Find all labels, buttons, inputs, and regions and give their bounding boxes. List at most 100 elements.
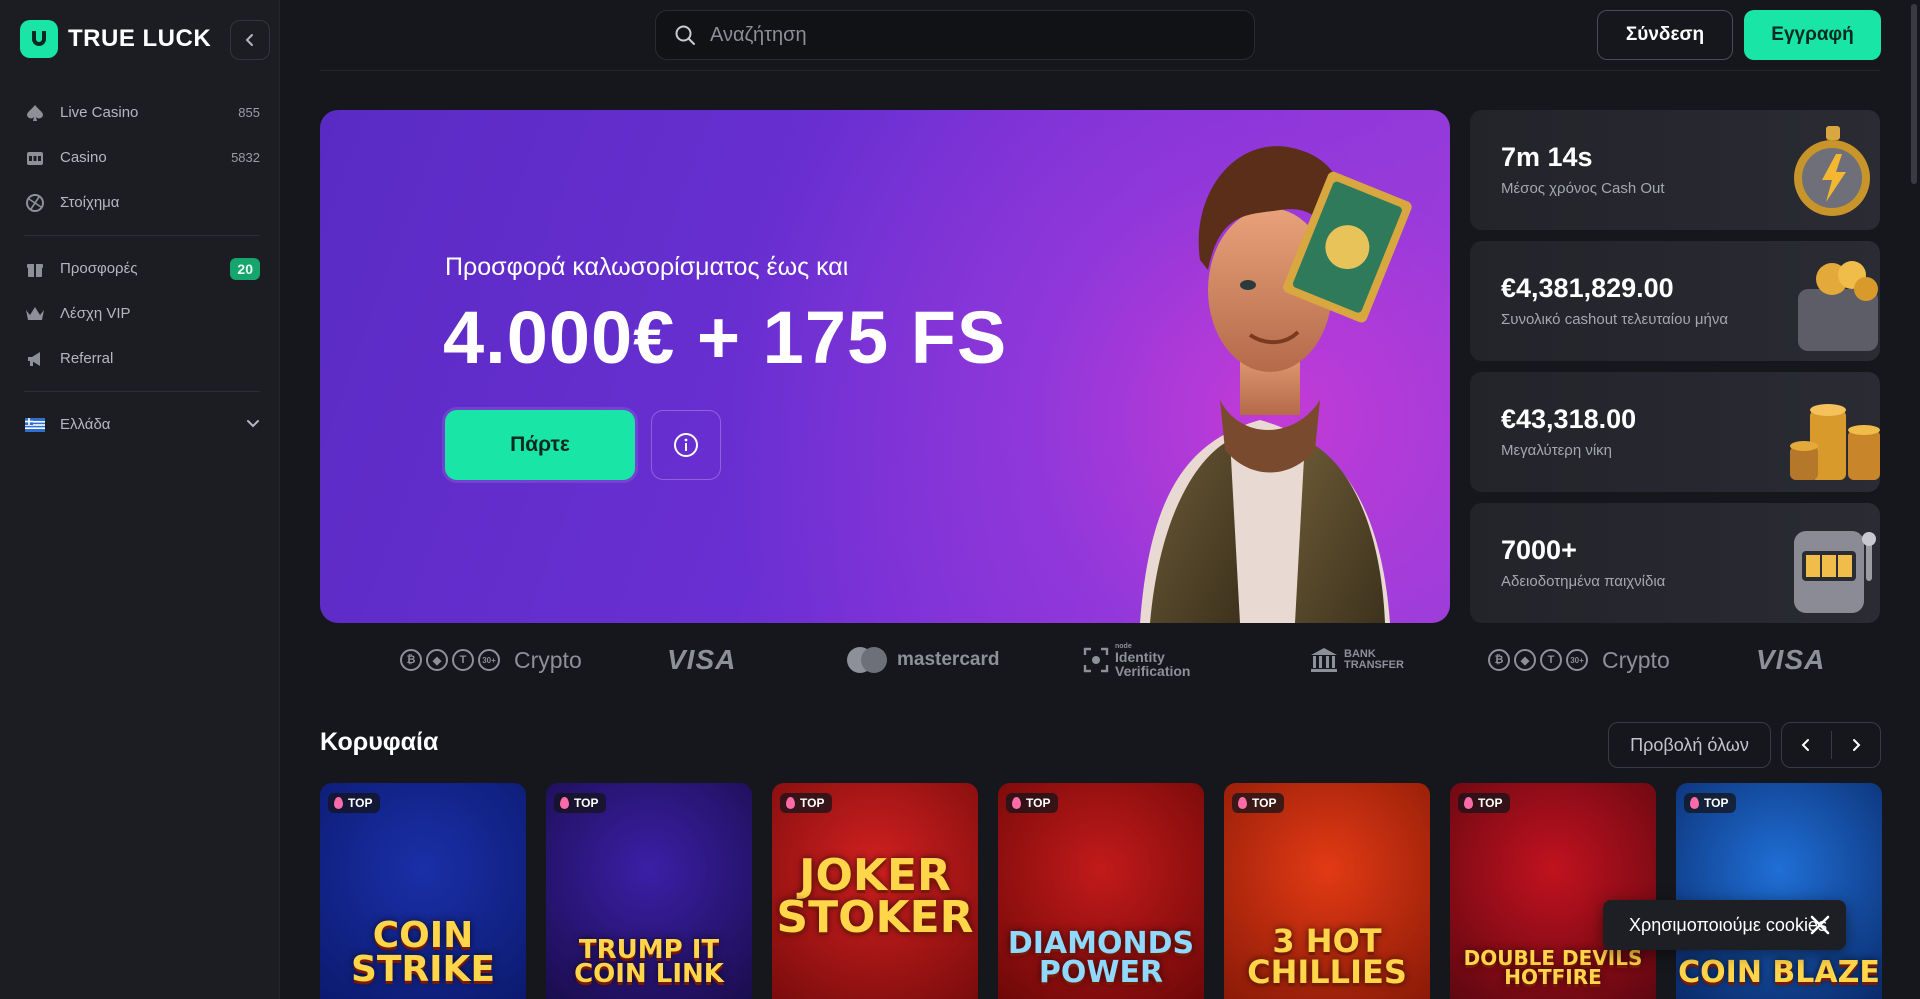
greek-flag-icon xyxy=(24,414,46,436)
identity-verification-logo: node Identity Verification xyxy=(1083,635,1190,685)
login-button[interactable]: Σύνδεση xyxy=(1597,10,1733,60)
divider xyxy=(24,391,260,392)
visa-logo: VISA xyxy=(1756,644,1826,675)
bitcoin-icon: ₿ xyxy=(1488,649,1510,671)
chevron-down-icon xyxy=(246,416,260,434)
gift-icon xyxy=(24,258,46,280)
games-carousel: TOP COIN STRIKE TOP TRUMP IT COIN LINK TOP… xyxy=(320,783,1920,999)
stat-card-licensed-games: 7000+ Αδειοδοτημένα παιχνίδια xyxy=(1470,503,1880,623)
slot-machine-icon xyxy=(24,147,46,169)
ethereum-icon: ◆ xyxy=(426,649,448,671)
game-tile[interactable]: TOP TRUMP IT COIN LINK xyxy=(546,783,752,999)
collapse-sidebar-button[interactable] xyxy=(230,20,270,60)
carousel-next-button[interactable] xyxy=(1832,723,1881,767)
search-input[interactable]: Αναζήτηση xyxy=(710,24,807,47)
stat-card-monthly-cashout: €4,381,829.00 Συνολικό cashout τελευταίο… xyxy=(1470,241,1880,361)
sidebar-item-label: Live Casino xyxy=(60,104,139,121)
spade-icon xyxy=(24,102,46,124)
search-bar[interactable]: Αναζήτηση xyxy=(655,10,1255,60)
game-count: 855 xyxy=(238,105,260,120)
sidebar-item-label: Προσφορές xyxy=(60,260,138,277)
bitcoin-icon: ₿ xyxy=(400,649,422,671)
top-badge: TOP xyxy=(780,793,833,813)
game-title: COIN STRIKE xyxy=(350,914,496,990)
game-title: DOUBLE DEVILS HOTFIRE xyxy=(1463,946,1643,989)
search-icon xyxy=(675,25,695,45)
chevron-left-icon xyxy=(1801,739,1810,751)
header-divider xyxy=(320,70,1880,71)
brand-name: TRUE LUCK xyxy=(68,25,212,52)
mastercard-label: mastercard xyxy=(897,649,1000,670)
more-coins-icon: 30+ xyxy=(1566,649,1588,671)
slot-machine-icon xyxy=(1794,531,1876,613)
horseshoe-icon xyxy=(20,20,58,58)
face-scan-icon xyxy=(1083,647,1109,673)
top-badge: TOP xyxy=(1684,793,1737,813)
stat-label: Συνολικό cashout τελευταίου μήνα xyxy=(1501,311,1728,328)
stat-value: €43,318.00 xyxy=(1501,404,1637,434)
info-icon xyxy=(674,433,698,457)
language-selector[interactable]: Ελλάδα xyxy=(0,402,280,447)
top-badge: TOP xyxy=(1006,793,1059,813)
carousel-controls xyxy=(1781,722,1881,768)
top-badge: TOP xyxy=(554,793,607,813)
game-tile[interactable]: TOP DIAMONDS POWER xyxy=(998,783,1204,999)
stat-label: Αδειοδοτημένα παιχνίδια xyxy=(1501,573,1666,590)
cookie-banner: Χρησιμοποιούμε cookies xyxy=(1603,900,1846,950)
flame-icon xyxy=(1012,797,1021,809)
game-tile[interactable]: TOP DOUBLE DEVILS HOTFIRE xyxy=(1450,783,1656,999)
sidebar-item-promotions[interactable]: Προσφορές 20 xyxy=(0,246,280,291)
carousel-prev-button[interactable] xyxy=(1782,723,1831,767)
top-badge: TOP xyxy=(328,793,381,813)
explorer-character-illustration xyxy=(1140,146,1412,623)
stat-value: 7000+ xyxy=(1501,535,1577,565)
hero-subtitle: Προσφορά καλωσορίσματος έως και xyxy=(445,253,849,281)
game-tile[interactable]: TOP 3 HOT CHILLIES xyxy=(1224,783,1430,999)
transfer-label: TRANSFER xyxy=(1344,659,1404,671)
hero-banner[interactable]: Προσφορά καλωσορίσματος έως και 4.000€ +… xyxy=(320,110,1450,623)
ball-icon xyxy=(24,192,46,214)
hero-title: 4.000€ + 175 FS xyxy=(443,296,1008,379)
game-title: COIN BLAZE xyxy=(1678,954,1880,990)
stat-value: 7m 14s xyxy=(1501,142,1593,172)
stat-label: Μεγαλύτερη νίκη xyxy=(1501,442,1613,459)
sidebar-item-live-casino[interactable]: Live Casino 855 xyxy=(0,90,280,135)
close-icon[interactable] xyxy=(1808,913,1832,937)
flame-icon xyxy=(334,797,343,809)
page-scrollbar[interactable] xyxy=(1910,0,1918,999)
register-button[interactable]: Εγγραφή xyxy=(1744,10,1881,60)
logo[interactable]: TRUE LUCK xyxy=(20,20,211,58)
sidebar-item-label: Casino xyxy=(60,149,107,166)
bank-transfer-logo: BANK TRANSFER xyxy=(1310,635,1404,685)
bank-icon xyxy=(1311,648,1337,672)
game-title: JOKER STOKER xyxy=(776,850,974,944)
verification-label: Verification xyxy=(1115,662,1191,679)
flame-icon xyxy=(1238,797,1247,809)
crypto-label: Crypto xyxy=(514,646,582,673)
flame-icon xyxy=(560,797,569,809)
visa-logo: VISA xyxy=(667,644,737,675)
game-tile[interactable]: TOP COIN STRIKE xyxy=(320,783,526,999)
sidebar-item-casino[interactable]: Casino 5832 xyxy=(0,135,280,180)
sidebar-item-vip[interactable]: Λέσχη VIP xyxy=(0,291,280,336)
info-button[interactable] xyxy=(651,410,721,480)
sidebar: TRUE LUCK Live Casino 855 Casino 5832 Στ… xyxy=(0,0,280,999)
scrollbar-thumb[interactable] xyxy=(1911,4,1917,184)
game-title: DIAMONDS POWER xyxy=(1007,926,1195,990)
crypto-payment-logo: ₿ ◆ T 30+ Crypto xyxy=(400,635,582,685)
sidebar-item-label: Λέσχη VIP xyxy=(60,305,131,322)
chevron-right-icon xyxy=(1852,739,1861,751)
sidebar-item-referral[interactable]: Referral xyxy=(0,336,280,381)
claim-bonus-button[interactable]: Πάρτε xyxy=(445,410,635,480)
coin-stack-icon xyxy=(1790,404,1880,480)
tether-icon: T xyxy=(452,649,474,671)
cookie-text: Χρησιμοποιούμε cookies xyxy=(1629,914,1827,935)
top-badge: TOP xyxy=(1458,793,1511,813)
wallet-coins-icon xyxy=(1798,261,1878,351)
game-title: TRUMP IT COIN LINK xyxy=(574,934,724,990)
game-tile[interactable]: TOP COIN BLAZE xyxy=(1676,783,1882,999)
flame-icon xyxy=(1464,797,1473,809)
game-tile[interactable]: TOP JOKER STOKER xyxy=(772,783,978,999)
view-all-button[interactable]: Προβολή όλων xyxy=(1608,722,1771,768)
sidebar-item-sports[interactable]: Στοίχημα xyxy=(0,180,280,225)
